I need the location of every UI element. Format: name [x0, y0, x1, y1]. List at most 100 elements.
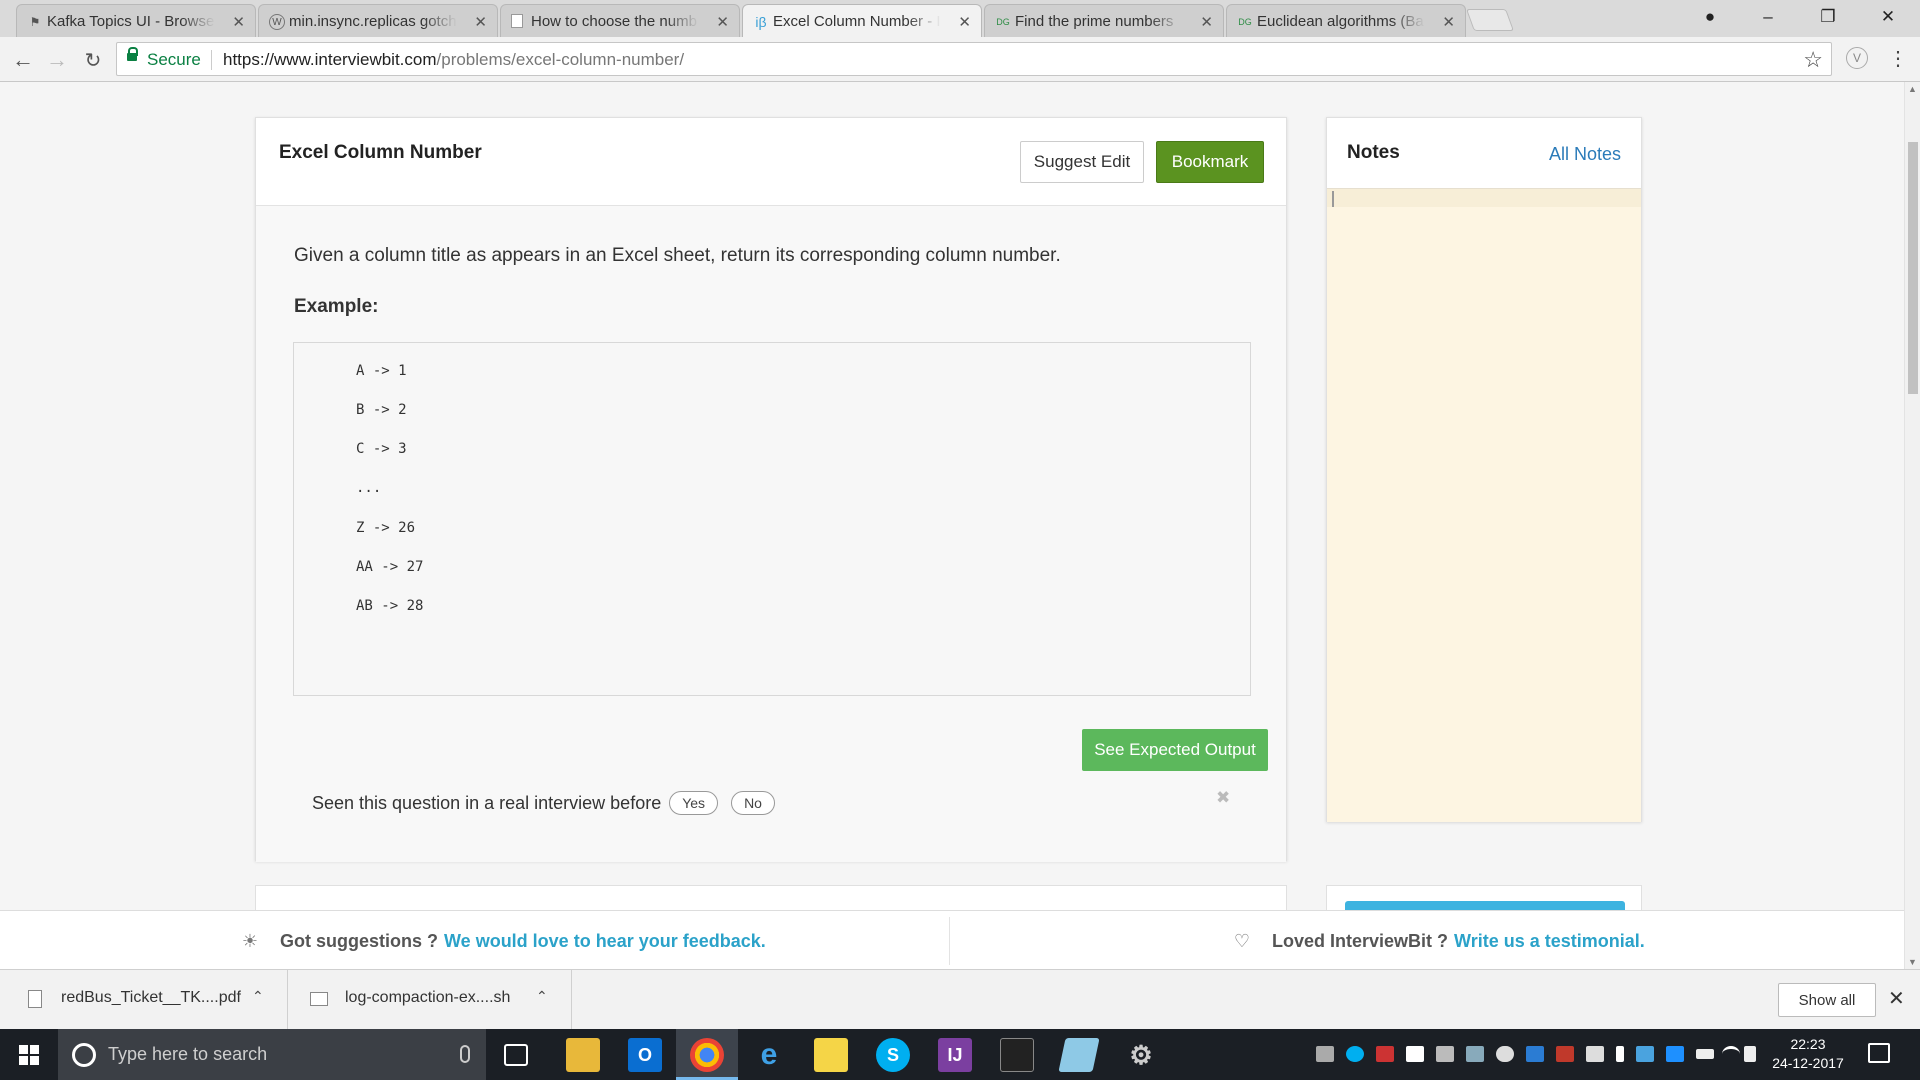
- secure-label: Secure: [147, 50, 201, 69]
- chevron-up-icon[interactable]: ⌃: [536, 988, 548, 1005]
- clock-date: 24-12-2017: [1772, 1055, 1844, 1071]
- scrollbar-thumb[interactable]: [1908, 142, 1918, 394]
- notes-panel: Notes All Notes: [1326, 117, 1642, 822]
- skype-tray-icon[interactable]: [1346, 1046, 1364, 1062]
- new-tab-button[interactable]: [1465, 9, 1515, 31]
- word-icon[interactable]: [1526, 1046, 1544, 1062]
- browser-tab-gfg-prime[interactable]: DG Find the prime numbers ✕: [984, 4, 1224, 37]
- example-heading: Example:: [294, 296, 379, 317]
- skype-icon[interactable]: S: [876, 1038, 910, 1072]
- reload-icon[interactable]: ↻: [78, 45, 108, 75]
- browser-tab-wordpress[interactable]: W min.insync.replicas gotch ✕: [258, 4, 498, 37]
- mcafee-icon[interactable]: [1556, 1046, 1574, 1062]
- volume-icon[interactable]: [1744, 1046, 1756, 1062]
- notification-center-icon[interactable]: [1868, 1043, 1890, 1063]
- suggest-edit-button[interactable]: Suggest Edit: [1020, 141, 1144, 183]
- pdf-file-icon: [28, 990, 42, 1008]
- browser-tab-quora[interactable]: How to choose the numb ✕: [500, 4, 740, 37]
- address-bar[interactable]: Secure https://www.interviewbit.com/prob…: [116, 42, 1832, 76]
- divider: [211, 50, 212, 70]
- edge-icon[interactable]: e: [752, 1038, 786, 1072]
- intellij-icon[interactable]: IJ: [938, 1038, 972, 1072]
- tray-app-icon[interactable]: [1376, 1046, 1394, 1062]
- terminal-icon[interactable]: [1000, 1038, 1034, 1072]
- battery-icon[interactable]: [1696, 1049, 1714, 1059]
- chat-heart-icon: ♡: [1233, 930, 1251, 951]
- show-all-button[interactable]: Show all: [1778, 983, 1876, 1017]
- scroll-down-icon[interactable]: ▼: [1908, 957, 1917, 967]
- taskbar-clock[interactable]: 22:23 24-12-2017: [1768, 1035, 1848, 1073]
- no-button[interactable]: No: [731, 791, 775, 815]
- notes-textarea[interactable]: [1327, 188, 1641, 822]
- tray-app-icon[interactable]: [1466, 1046, 1484, 1062]
- windows-logo-icon: [19, 1044, 39, 1065]
- code-line: Z -> 26: [356, 520, 416, 536]
- tray-app-icon[interactable]: [1436, 1046, 1454, 1062]
- dismiss-icon[interactable]: ✖: [1216, 788, 1230, 808]
- feedback-testimonial: ♡ Loved InterviewBit ? Write us a testim…: [1230, 929, 1645, 953]
- close-tab-icon[interactable]: ✕: [958, 13, 971, 31]
- scroll-up-icon[interactable]: ▲: [1908, 84, 1917, 94]
- tray-app-icon[interactable]: [1666, 1046, 1684, 1062]
- interview-question-prompt: Seen this question in a real interview b…: [312, 791, 775, 815]
- browser-tab-kafka[interactable]: ⚑ Kafka Topics UI - Browse ✕: [16, 4, 256, 37]
- feedback-bar: ☀ Got suggestions ? We would love to hea…: [0, 910, 1904, 969]
- close-window-icon[interactable]: ✕: [1860, 0, 1916, 34]
- close-tab-icon[interactable]: ✕: [232, 13, 245, 31]
- minimize-icon[interactable]: –: [1740, 0, 1796, 34]
- page-scrollbar[interactable]: ▲ ▼: [1904, 82, 1920, 969]
- profile-icon[interactable]: ●: [1682, 0, 1738, 34]
- menu-dots-icon[interactable]: ⋮: [1888, 46, 1908, 71]
- file-explorer-icon[interactable]: [566, 1038, 600, 1072]
- wifi-icon[interactable]: [1722, 1046, 1740, 1062]
- tab-strip: ⚑ Kafka Topics UI - Browse ✕ W min.insyn…: [0, 0, 1920, 37]
- testimonial-link[interactable]: Write us a testimonial.: [1454, 931, 1645, 952]
- taskbar-search[interactable]: Type here to search: [58, 1029, 486, 1080]
- settings-gear-icon[interactable]: ⚙: [1124, 1038, 1158, 1072]
- back-arrow-icon[interactable]: ←: [8, 45, 38, 75]
- close-tab-icon[interactable]: ✕: [474, 13, 487, 31]
- browser-tab-gfg-euclid[interactable]: DG Euclidean algorithms (Ba ✕: [1226, 4, 1466, 37]
- download-item[interactable]: log-compaction-ex....sh ⌃: [288, 970, 572, 1030]
- chrome-icon[interactable]: [690, 1038, 724, 1072]
- browser-toolbar: ← → ↻ Secure https://www.interviewbit.co…: [0, 37, 1920, 82]
- extension-icon[interactable]: V: [1846, 47, 1868, 69]
- outlook-icon[interactable]: O: [628, 1038, 662, 1072]
- tab-title: min.insync.replicas gotch: [289, 12, 457, 30]
- tray-app-icon[interactable]: [1586, 1046, 1604, 1062]
- download-item[interactable]: redBus_Ticket__TK....pdf ⌃: [0, 970, 288, 1030]
- taskbar: Type here to search O e S IJ ⚙ 22:23 24-…: [0, 1029, 1920, 1080]
- onedrive-icon[interactable]: [1496, 1046, 1514, 1062]
- notepad-icon[interactable]: [1058, 1038, 1100, 1072]
- sticky-notes-icon[interactable]: [814, 1038, 848, 1072]
- close-tab-icon[interactable]: ✕: [716, 13, 729, 31]
- close-tab-icon[interactable]: ✕: [1442, 13, 1455, 31]
- task-view-icon[interactable]: [504, 1044, 528, 1066]
- docker-icon[interactable]: [1316, 1046, 1334, 1062]
- tray-app-icon[interactable]: [1636, 1046, 1654, 1062]
- bookmark-star-icon[interactable]: ☆: [1803, 47, 1823, 73]
- side-card-button[interactable]: [1345, 901, 1625, 910]
- restore-icon[interactable]: ❐: [1800, 0, 1856, 34]
- close-icon[interactable]: ✕: [1888, 986, 1905, 1011]
- close-tab-icon[interactable]: ✕: [1200, 13, 1213, 31]
- kafka-icon: ⚑: [29, 15, 41, 29]
- feedback-link[interactable]: We would love to hear your feedback.: [444, 931, 766, 952]
- browser-tab-interviewbit[interactable]: iβ Excel Column Number - I ✕: [742, 4, 982, 37]
- feedback-prefix: Got suggestions ?: [280, 930, 439, 951]
- tray-app-icon[interactable]: [1406, 1046, 1424, 1062]
- microphone-icon[interactable]: [460, 1045, 470, 1063]
- ib-icon: iβ: [755, 14, 767, 30]
- chevron-up-icon[interactable]: ⌃: [252, 988, 264, 1005]
- bookmark-button[interactable]: Bookmark: [1156, 141, 1264, 183]
- see-expected-output-button[interactable]: See Expected Output: [1082, 729, 1268, 771]
- start-button[interactable]: [0, 1029, 58, 1080]
- problem-body: Given a column title as appears in an Ex…: [256, 206, 1286, 862]
- tab-title: Find the prime numbers: [1015, 12, 1174, 30]
- forward-arrow-icon[interactable]: →: [42, 45, 72, 75]
- doc-icon: [511, 14, 523, 28]
- all-notes-link[interactable]: All Notes: [1549, 144, 1621, 165]
- text-caret: [1332, 191, 1334, 207]
- bluetooth-icon[interactable]: [1616, 1046, 1624, 1062]
- yes-button[interactable]: Yes: [669, 791, 719, 815]
